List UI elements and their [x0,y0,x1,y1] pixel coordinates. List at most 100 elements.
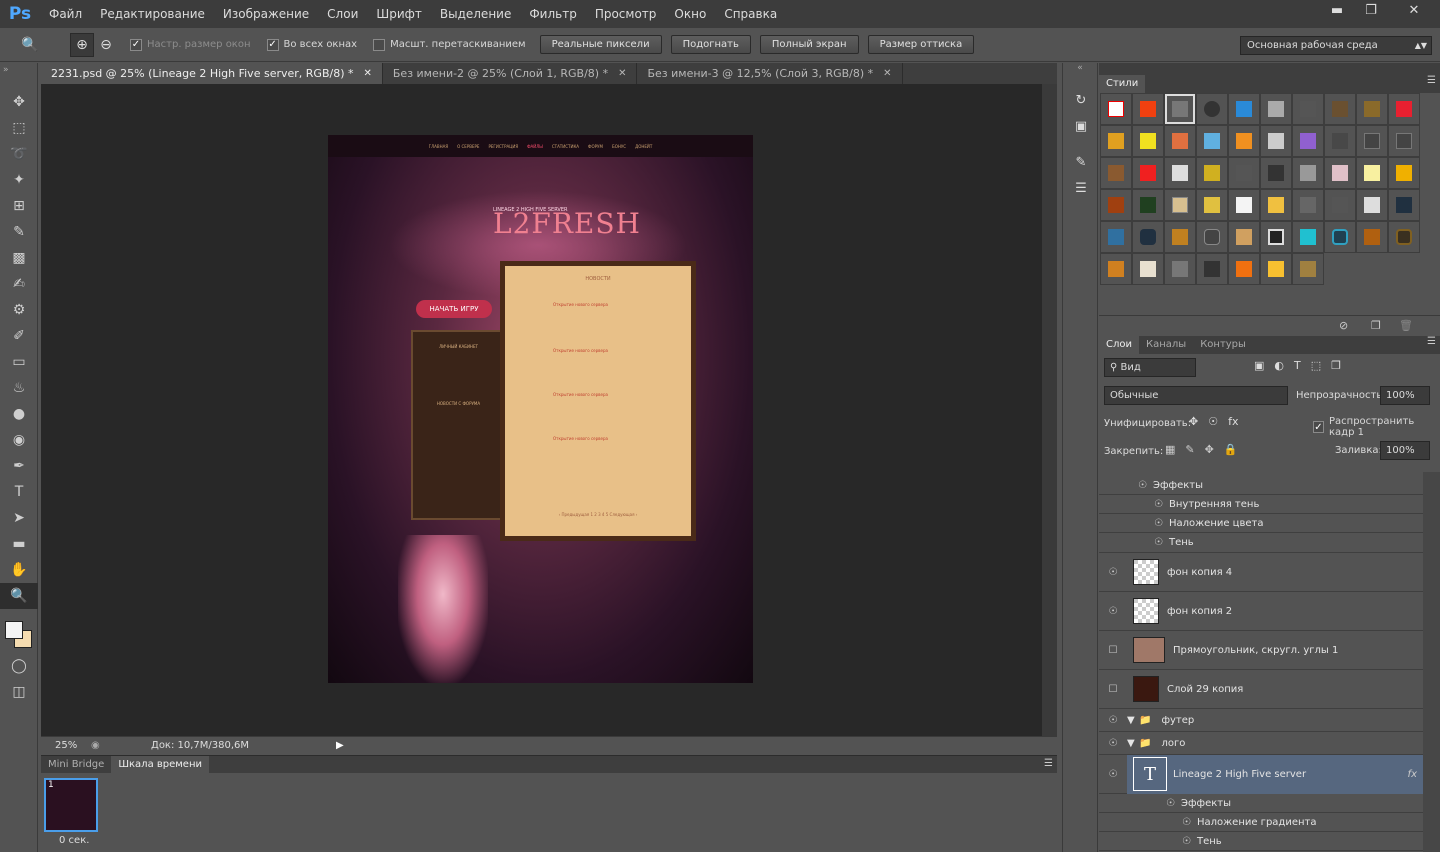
panel-menu-icon[interactable]: ☰ [1427,336,1436,347]
style-swatch[interactable] [1228,189,1260,221]
panel-menu-icon[interactable]: ☰ [1427,75,1436,86]
lock-pixels-icon[interactable]: ✎ [1185,443,1194,456]
menu-select[interactable]: Выделение [431,0,520,28]
effect-color-overlay[interactable]: ☉ Наложение цвета [1099,514,1423,533]
brush-panel-icon[interactable]: ✎ [1063,149,1099,175]
style-swatch[interactable] [1196,93,1228,125]
scrubby-zoom-checkbox[interactable]: Масшт. перетаскиванием [373,38,526,51]
menu-image[interactable]: Изображение [214,0,318,28]
all-windows-checkbox[interactable]: ✓ Во всех окнах [266,38,357,51]
type-tool-icon[interactable]: T [0,479,38,505]
close-button[interactable]: ✕ [1388,0,1440,20]
smart-filter-icon[interactable]: ❐ [1331,359,1341,372]
style-swatch[interactable] [1292,93,1324,125]
eye-icon[interactable]: ☉ [1099,567,1127,578]
tab-layers[interactable]: Слои [1099,336,1139,354]
style-swatch[interactable] [1260,157,1292,189]
tab-mini-bridge[interactable]: Mini Bridge [41,756,111,773]
expand-arrow-icon[interactable]: ▼ [1127,738,1137,749]
style-swatch[interactable] [1324,125,1356,157]
style-swatch[interactable] [1388,221,1420,253]
style-swatch[interactable] [1164,253,1196,285]
eye-icon[interactable]: ☉ [1099,798,1175,809]
history-panel-icon[interactable]: ↻ [1063,87,1099,113]
frame-delay[interactable]: 0 сек. [59,835,89,846]
eye-icon[interactable]: ☉ [1099,606,1127,617]
tab-channels[interactable]: Каналы [1139,336,1193,354]
marquee-tool-icon[interactable]: ⬚ [0,115,38,141]
tab-styles[interactable]: Стили [1099,75,1146,93]
adjustments-panel-icon[interactable]: ☰ [1063,175,1099,201]
tab-paths[interactable]: Контуры [1193,336,1253,354]
panel-collapse-bar[interactable] [1099,63,1440,75]
menu-help[interactable]: Справка [715,0,786,28]
propagate-frame-checkbox[interactable]: ✓ Распространить кадр 1 [1313,416,1440,438]
rectangle-tool-icon[interactable]: ▬ [0,531,38,557]
style-swatch[interactable] [1388,125,1420,157]
eye-icon[interactable]: ☉ [1099,518,1163,529]
collapse-icon[interactable]: « [1063,63,1097,87]
brush-tool-icon[interactable]: ✍ [0,271,38,297]
style-swatch[interactable] [1164,189,1196,221]
fx-icon[interactable]: fx [1408,769,1417,780]
layer-row[interactable]: ☐ Прямоугольник, скругл. углы 1 [1099,631,1423,670]
close-tab-icon[interactable]: ✕ [618,68,626,79]
healing-brush-icon[interactable]: ▩ [0,245,38,271]
resize-windows-checkbox[interactable]: ✓ Настр. размер окон [130,38,251,51]
history-brush-icon[interactable]: ✐ [0,323,38,349]
tab-timeline[interactable]: Шкала времени [111,756,209,773]
eraser-tool-icon[interactable]: ▭ [0,349,38,375]
new-style-icon[interactable]: ❐ [1371,319,1381,332]
effects-row[interactable]: ☉ Эффекты [1099,476,1423,495]
style-swatch[interactable] [1196,253,1228,285]
layer-row[interactable]: ☉ фон копия 4 [1099,553,1423,592]
panel-menu-icon[interactable]: ☰ [1044,758,1053,769]
style-swatch[interactable] [1356,93,1388,125]
zoom-tool-active-icon[interactable]: 🔍 [0,583,38,609]
style-swatch[interactable] [1164,157,1196,189]
style-swatch[interactable] [1356,125,1388,157]
style-swatch[interactable] [1292,157,1324,189]
style-swatch[interactable] [1228,125,1260,157]
layers-scrollbar[interactable] [1423,472,1440,852]
blend-mode-select[interactable]: Обычные [1104,386,1288,405]
menu-filter[interactable]: Фильтр [520,0,585,28]
style-swatch[interactable] [1228,221,1260,253]
unify-position-icon[interactable]: ✥ [1189,415,1198,428]
layer-row[interactable]: ☐ Слой 29 копия [1099,670,1423,709]
style-swatch[interactable] [1260,125,1292,157]
crop-tool-icon[interactable]: ⊞ [0,193,38,219]
lock-transparent-icon[interactable]: ▦ [1165,443,1175,456]
eye-icon[interactable]: ☉ [1099,499,1163,510]
tab-document-3[interactable]: Без имени-3 @ 12,5% (Слой 3, RGB/8) * ✕ [637,63,903,84]
canvas-scrollbar[interactable] [1042,84,1057,736]
style-swatch[interactable] [1292,221,1324,253]
hand-tool-icon[interactable]: ✋ [0,557,38,583]
style-swatch[interactable] [1164,125,1196,157]
unify-style-icon[interactable]: fx [1228,415,1238,428]
menu-type[interactable]: Шрифт [367,0,431,28]
lock-position-icon[interactable]: ✥ [1205,443,1214,456]
style-swatch[interactable] [1260,221,1292,253]
effects-row[interactable]: ☉ Эффекты [1099,794,1423,813]
style-swatch[interactable] [1100,253,1132,285]
layer-filter-select[interactable]: ⚲ Вид [1104,358,1196,377]
effect-shadow[interactable]: ☉ Тень [1099,533,1423,553]
style-swatch[interactable] [1132,125,1164,157]
style-swatch[interactable] [1388,157,1420,189]
style-swatch[interactable] [1260,93,1292,125]
stamp-tool-icon[interactable]: ⚙ [0,297,38,323]
menu-window[interactable]: Окно [665,0,715,28]
eye-icon[interactable]: ☉ [1099,769,1127,780]
foreground-color[interactable] [5,621,23,639]
delete-style-icon[interactable]: 🗑 [1399,319,1413,332]
effect-inner-shadow[interactable]: ☉ Внутренняя тень [1099,495,1423,514]
canvas-area[interactable]: ГЛАВНАЯ О СЕРВЕРЕ РЕГИСТРАЦИЯ ФАЙЛЫ СТАТ… [41,84,1042,736]
visibility-toggle[interactable]: ☐ [1099,645,1127,656]
document-canvas[interactable]: ГЛАВНАЯ О СЕРВЕРЕ РЕГИСТРАЦИЯ ФАЙЛЫ СТАТ… [328,135,753,683]
eye-icon[interactable]: ☉ [1099,836,1191,847]
style-swatch[interactable] [1164,221,1196,253]
style-swatch[interactable] [1324,221,1356,253]
eye-icon[interactable]: ☉ [1099,738,1127,749]
style-swatch[interactable] [1292,253,1324,285]
